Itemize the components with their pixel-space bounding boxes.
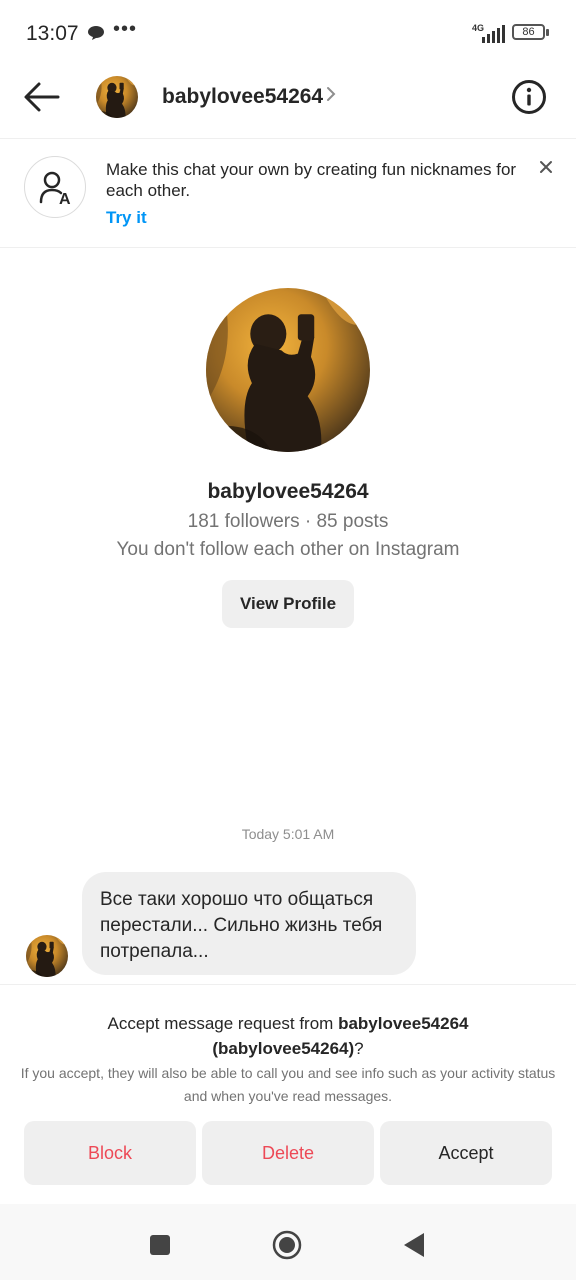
recents-icon[interactable]: [150, 1235, 170, 1255]
svg-text:A: A: [59, 191, 71, 208]
nav-back-icon[interactable]: [403, 1232, 425, 1258]
close-icon[interactable]: [538, 159, 554, 175]
try-it-link[interactable]: Try it: [106, 208, 147, 228]
nickname-banner: A Make this chat your own by creating fu…: [0, 139, 576, 248]
request-title-prefix: Accept message request from: [107, 1014, 339, 1033]
chat-header: babylovee54264: [0, 66, 576, 139]
banner-message: Make this chat your own by creating fun …: [106, 160, 517, 200]
header-avatar[interactable]: [96, 76, 138, 118]
view-profile-button[interactable]: View Profile: [222, 580, 354, 628]
message-timestamp: Today 5:01 AM: [241, 826, 335, 842]
arrow-left-icon[interactable]: [22, 80, 62, 114]
more-notifications-icon: •••: [113, 18, 138, 40]
notification-bubble-icon: [88, 26, 104, 40]
request-title: Accept message request from babylovee542…: [20, 1011, 556, 1061]
request-subtitle: If you accept, they will also be able to…: [20, 1065, 556, 1104]
request-title-suffix: ?: [354, 1039, 364, 1058]
network-label: 4G: [472, 23, 484, 33]
message-bubble[interactable]: Все таки хорошо что общаться перестали..…: [82, 872, 416, 975]
profile-username: babylovee54264: [207, 480, 369, 503]
delete-button[interactable]: Delete: [202, 1121, 374, 1185]
signal-icon: 4G: [472, 23, 505, 43]
system-nav-bar: [0, 1204, 576, 1280]
request-title-username: babylovee54264: [338, 1014, 469, 1033]
status-bar: 13:07 ••• 4G 86: [0, 0, 576, 66]
profile-avatar[interactable]: [206, 288, 370, 452]
profile-stats: 181 followers · 85 posts: [187, 511, 389, 532]
block-button[interactable]: Block: [24, 1121, 196, 1185]
chevron-right-icon[interactable]: [326, 86, 336, 102]
info-circle-icon[interactable]: [511, 79, 547, 115]
person-nickname-icon: A: [24, 156, 86, 218]
accept-button[interactable]: Accept: [380, 1121, 552, 1185]
battery-icon: 86: [512, 24, 550, 44]
message-sender-avatar[interactable]: [26, 935, 68, 977]
status-time: 13:07: [26, 22, 79, 45]
battery-level: 86: [512, 24, 545, 40]
request-title-handle: (babylovee54264): [212, 1039, 355, 1058]
message-request-panel: Accept message request from babylovee542…: [0, 984, 576, 1205]
header-username[interactable]: babylovee54264: [162, 85, 323, 109]
follow-status: You don't follow each other on Instagram: [116, 539, 460, 560]
home-icon[interactable]: [272, 1230, 302, 1260]
